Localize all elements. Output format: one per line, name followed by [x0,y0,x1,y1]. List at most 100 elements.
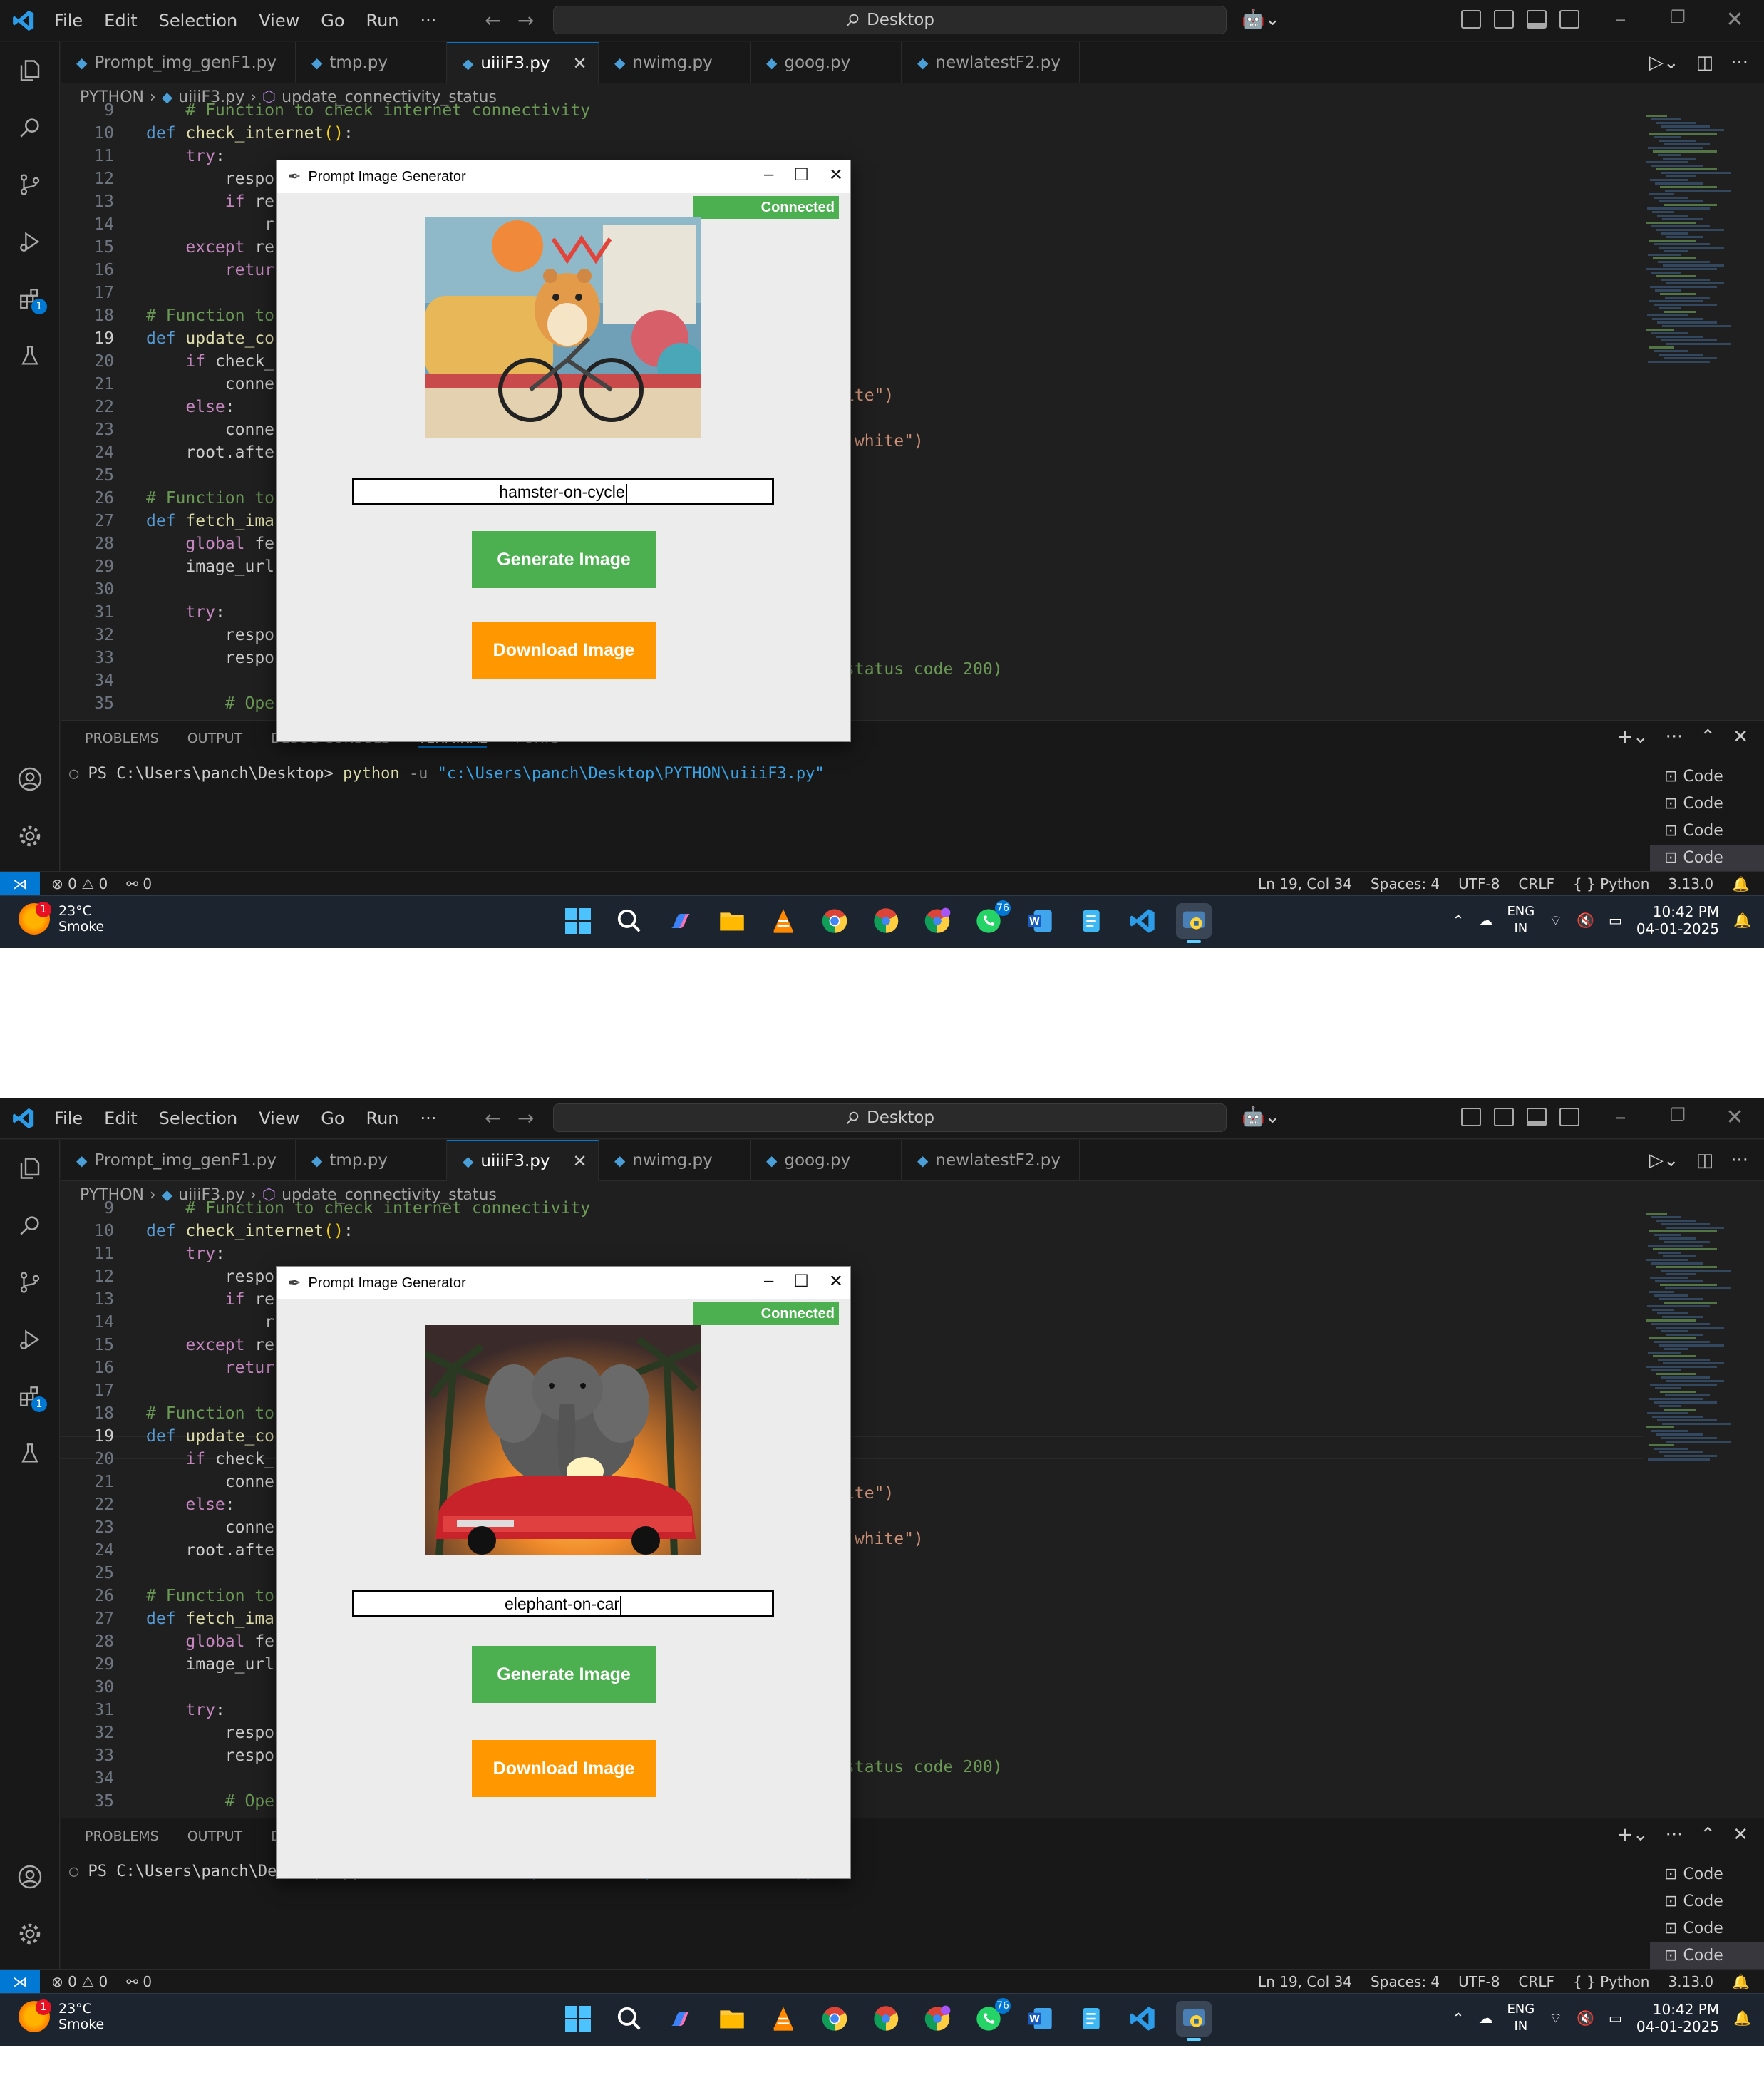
app-minimize-icon[interactable]: – [764,165,773,185]
python-app-icon[interactable] [1176,2001,1212,2041]
copilot-app-icon[interactable] [663,2001,698,2037]
tab-close-icon[interactable]: ✕ [573,1151,587,1171]
menu-edit[interactable]: Edit [104,1108,137,1129]
accounts-icon[interactable] [13,1860,47,1894]
copilot-app-icon[interactable] [663,903,698,939]
more-actions-icon[interactable]: ··· [1731,52,1748,73]
search-sidebar-icon[interactable] [13,1208,47,1242]
app-minimize-icon[interactable]: – [764,1271,773,1292]
terminal-instance[interactable]: ⊡ Code [1650,791,1764,818]
taskbar-search-icon[interactable] [612,2001,647,2037]
minimize-icon[interactable]: – [1606,7,1635,32]
notifications-bell-icon[interactable]: 🔔 [1732,875,1750,892]
chrome-profile-icon[interactable] [868,903,904,939]
command-center-search[interactable]: Desktop [553,6,1227,34]
minimap[interactable] [1643,1208,1750,1818]
input-language[interactable]: ENG IN [1507,903,1535,937]
testing-icon[interactable] [13,339,47,373]
end-of-line[interactable]: CRLF [1518,875,1554,892]
file-explorer-icon[interactable] [714,903,750,939]
tab-prompt-img-genf1[interactable]: ◆ Prompt_img_genF1.py [61,1140,296,1181]
battery-icon[interactable]: ▭ [1609,2009,1622,2027]
tab-goog[interactable]: ◆ goog.py [751,1140,902,1181]
app-maximize-icon[interactable]: ☐ [793,165,809,185]
menu-view[interactable]: View [259,10,299,31]
download-image-button[interactable]: Download Image [472,622,656,679]
ports-status[interactable]: ⚯ 0 [126,1973,152,1990]
toggle-panel-icon[interactable] [1527,10,1547,29]
chrome-profile-icon[interactable] [919,903,955,939]
chrome-profile-icon[interactable] [919,2001,955,2037]
file-explorer-icon[interactable] [714,2001,750,2037]
menu-edit[interactable]: Edit [104,10,137,31]
python-app-icon[interactable] [1176,903,1212,943]
vscode-taskbar-icon[interactable] [1125,903,1160,939]
panel-tab-problems[interactable]: PROBLEMS [85,731,159,748]
cursor-position[interactable]: Ln 19, Col 34 [1258,875,1352,892]
tab-newlatestf2[interactable]: ◆ newlatestF2.py [902,42,1080,83]
chrome-profile-icon[interactable] [868,2001,904,2037]
menu-selection[interactable]: Selection [159,10,238,31]
tab-tmp[interactable]: ◆ tmp.py [296,1140,447,1181]
show-hidden-icons-icon[interactable]: ⌃ [1453,2009,1465,2027]
command-center-search[interactable]: Desktop [553,1103,1227,1132]
menu-run[interactable]: Run [366,10,399,31]
notification-bell-icon[interactable]: 🔔 [1733,2009,1751,2027]
notepad-icon[interactable] [1073,2001,1109,2037]
panel-more-icon[interactable]: ··· [1666,1824,1683,1846]
tab-uiiif3[interactable]: ◆ uiiiF3.py ✕ [447,1140,599,1181]
whatsapp-icon[interactable]: 76 [971,900,1011,939]
menu-go[interactable]: Go [321,10,344,31]
onedrive-icon[interactable]: ☁ [1478,2009,1492,2027]
word-icon[interactable]: W [1022,2001,1058,2037]
split-editor-icon[interactable]: ◫ [1696,1150,1714,1171]
split-editor-icon[interactable]: ◫ [1696,52,1714,73]
clock[interactable]: 10:42 PM 04-01-2025 [1636,2001,1719,2035]
show-hidden-icons-icon[interactable]: ⌃ [1453,912,1465,929]
forward-arrow-icon[interactable]: → [517,9,534,32]
minimize-icon[interactable]: – [1606,1105,1635,1130]
settings-gear-icon[interactable] [13,1917,47,1951]
customize-layout-icon[interactable] [1461,1108,1481,1126]
weather-widget[interactable]: 1 23°C Smoke [19,1999,104,2032]
chrome-icon[interactable] [817,2001,852,2037]
vlc-icon[interactable] [765,2001,801,2037]
vlc-icon[interactable] [765,903,801,939]
close-window-icon[interactable]: ✕ [1721,1105,1749,1130]
copilot-icon[interactable]: 🤖⌄ [1242,1106,1280,1128]
explorer-icon[interactable] [13,53,47,88]
panel-tab-problems[interactable]: PROBLEMS [85,1828,159,1846]
terminal-instance[interactable]: ⊡ Code [1650,1915,1764,1942]
terminal-instance-active[interactable]: ⊡ Code [1650,1942,1764,1970]
menu-more[interactable]: ··· [421,10,437,31]
generate-image-button[interactable]: Generate Image [472,531,656,588]
wifi-icon[interactable]: ⌔ [1549,2009,1562,2027]
back-arrow-icon[interactable]: ← [485,1106,501,1130]
tab-uiiif3[interactable]: ◆ uiiiF3.py ✕ [447,42,599,83]
menu-run[interactable]: Run [366,1108,399,1129]
ports-status[interactable]: ⚯ 0 [126,875,152,892]
tab-nwimg[interactable]: ◆ nwimg.py [599,1140,751,1181]
close-panel-icon[interactable]: ✕ [1733,726,1748,748]
generate-image-button[interactable]: Generate Image [472,1646,656,1703]
start-windows-icon[interactable] [560,2001,596,2037]
source-control-icon[interactable] [13,1265,47,1299]
extensions-icon[interactable]: 1 [13,1379,47,1414]
run-file-icon[interactable]: ▷⌄ [1649,1150,1679,1171]
more-actions-icon[interactable]: ··· [1731,1150,1748,1171]
panel-tab-output[interactable]: OUTPUT [187,731,242,748]
python-version[interactable]: 3.13.0 [1668,875,1713,892]
notifications-bell-icon[interactable]: 🔔 [1732,1973,1750,1990]
menu-file[interactable]: File [54,1108,83,1129]
terminal-instance-active[interactable]: ⊡ Code [1650,845,1764,872]
run-file-icon[interactable]: ▷⌄ [1649,52,1679,73]
notepad-icon[interactable] [1073,903,1109,939]
download-image-button[interactable]: Download Image [472,1740,656,1797]
volume-muted-icon[interactable]: 🔇 [1577,912,1594,929]
volume-muted-icon[interactable]: 🔇 [1577,2009,1594,2027]
indentation[interactable]: Spaces: 4 [1371,1973,1440,1990]
toggle-panel-icon[interactable] [1527,1108,1547,1126]
tab-nwimg[interactable]: ◆ nwimg.py [599,42,751,83]
indentation[interactable]: Spaces: 4 [1371,875,1440,892]
tab-prompt-img-genf1[interactable]: ◆ Prompt_img_genF1.py [61,42,296,83]
